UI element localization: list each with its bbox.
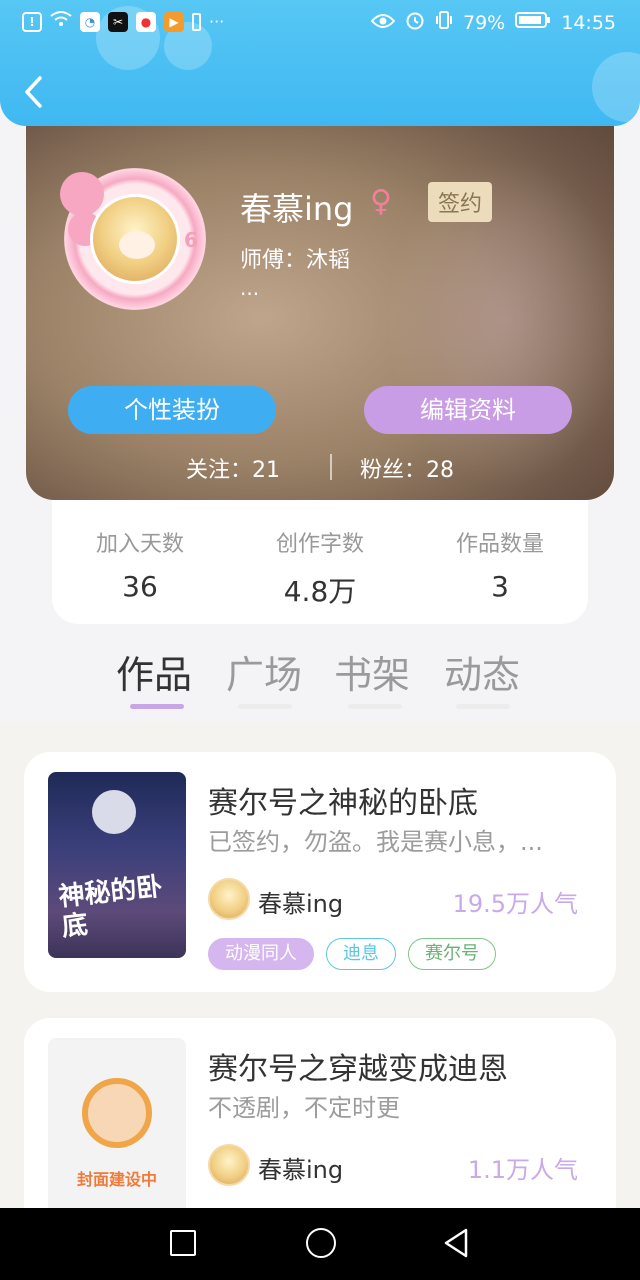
app-icon: ◔	[80, 11, 100, 32]
tag-list: 动漫同人 迪息 赛尔号	[208, 938, 496, 970]
book-popularity: 1.1万人气	[467, 1156, 578, 1184]
stats-panel: 加入天数 36 创作字数 4.8万 作品数量 3	[52, 500, 588, 624]
edit-profile-button[interactable]: 编辑资料	[364, 386, 572, 434]
alert-icon: !	[22, 11, 42, 32]
tab-works[interactable]: 作品	[116, 644, 192, 699]
stat-label: 创作字数	[275, 532, 364, 557]
following-count[interactable]: 关注：21	[186, 452, 280, 484]
dress-up-button[interactable]: 个性装扮	[68, 386, 276, 434]
book-cover: 封面建设中	[48, 1038, 186, 1224]
tag[interactable]: 赛尔号	[408, 938, 496, 970]
flower-decoration	[60, 172, 104, 216]
tag[interactable]: 迪息	[326, 938, 396, 970]
book-popularity: 19.5万人气	[452, 890, 578, 918]
avatar-frame[interactable]: 6	[60, 168, 206, 310]
eye-icon	[370, 12, 396, 34]
profile-card: 6 春慕ing ♀ 签约 师傅：沐韬 ... 个性装扮 编辑资料 关注：21 粉…	[26, 96, 614, 500]
tab-bookshelf[interactable]: 书架	[334, 644, 410, 699]
back-nav-button[interactable]	[440, 1226, 474, 1260]
book-author: 春慕ing	[258, 890, 344, 918]
stat-join-days: 加入天数 36	[70, 526, 210, 603]
recents-button[interactable]	[170, 1230, 196, 1256]
clock-time: 14:55	[561, 11, 616, 34]
battery-percent: 79%	[463, 11, 506, 34]
signed-badge: 签约	[428, 182, 493, 222]
stat-value: 4.8万	[283, 575, 357, 608]
book-card[interactable]: 神秘的卧底 赛尔号之神秘的卧底 已签约，勿盗。我是赛小息，... 春慕ing 1…	[24, 752, 616, 992]
alarm-icon	[405, 10, 425, 35]
cover-title: 神秘的卧底	[57, 871, 164, 943]
system-nav-bar	[0, 1208, 640, 1280]
map-icon: ●	[136, 11, 156, 32]
cover-placeholder-text: 封面建设中	[76, 1170, 157, 1189]
stat-word-count: 创作字数 4.8万	[250, 526, 390, 610]
tab-activity[interactable]: 动态	[444, 644, 520, 699]
fans-count[interactable]: 粉丝：28	[360, 452, 454, 484]
tab-underline	[238, 704, 292, 709]
author-avatar	[208, 1144, 250, 1186]
master-label: 师傅：沐韬	[240, 248, 351, 273]
book-cover: 神秘的卧底	[48, 772, 186, 958]
works-list: 神秘的卧底 赛尔号之神秘的卧底 已签约，勿盗。我是赛小息，... 春慕ing 1…	[0, 722, 640, 1258]
female-icon: ♀	[370, 184, 392, 219]
vibrate-icon	[435, 10, 453, 35]
bio-ellipsis: ...	[240, 276, 260, 300]
divider	[330, 454, 332, 480]
back-button[interactable]	[20, 74, 50, 110]
level-badge: 6	[184, 228, 198, 252]
book-title: 赛尔号之穿越变成迪恩	[208, 1052, 508, 1087]
book-description: 已签约，勿盗。我是赛小息，...	[208, 828, 543, 856]
stat-works-count: 作品数量 3	[430, 526, 570, 603]
home-button[interactable]	[306, 1228, 336, 1258]
placeholder-character	[82, 1078, 152, 1148]
username: 春慕ing	[240, 190, 354, 228]
author-avatar	[208, 878, 250, 920]
tab-square[interactable]: 广场	[226, 644, 302, 699]
book-description: 不透剧，不定时更	[208, 1094, 400, 1122]
content-tabs: 作品 广场 书架 动态	[0, 640, 640, 722]
capcut-icon: ✂	[108, 11, 128, 32]
decor-bubble	[592, 52, 640, 122]
status-bar: ! ◔ ✂ ● ▶ ··· 79% 14:55	[0, 0, 640, 44]
stat-value: 3	[491, 570, 509, 603]
more-icon: ···	[209, 12, 225, 31]
stat-label: 作品数量	[455, 532, 544, 557]
chevron-left-icon	[25, 76, 42, 108]
tab-indicator	[130, 704, 184, 709]
tab-underline	[456, 704, 510, 709]
battery-icon	[515, 11, 551, 34]
stat-value: 36	[122, 570, 158, 603]
avatar	[90, 194, 180, 284]
video-icon: ▶	[164, 11, 184, 32]
triangle-back-icon	[444, 1228, 468, 1258]
stat-label: 加入天数	[95, 532, 184, 557]
moon-shape	[92, 790, 136, 834]
top-header: ! ◔ ✂ ● ▶ ··· 79% 14:55	[0, 0, 640, 126]
background-blur	[386, 156, 614, 486]
book-author: 春慕ing	[258, 1156, 344, 1184]
tag[interactable]: 动漫同人	[208, 938, 314, 970]
battery-saver-icon	[192, 12, 201, 31]
wifi-icon	[50, 10, 72, 33]
tab-underline	[348, 704, 402, 709]
book-title: 赛尔号之神秘的卧底	[208, 786, 478, 821]
